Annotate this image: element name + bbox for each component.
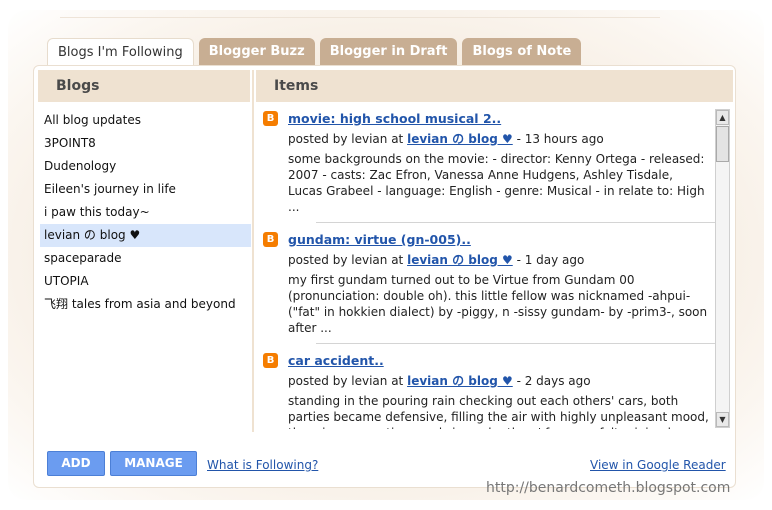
item-snippet: some backgrounds on the movie: - directo… — [288, 152, 705, 214]
item-title-link[interactable]: movie: high school musical 2.. — [288, 109, 709, 128]
feed-item: B movie: high school musical 2.. posted … — [258, 109, 715, 223]
item-blog-link[interactable]: levian の blog ♥ — [407, 253, 513, 267]
item-time: - 1 day ago — [512, 253, 585, 267]
item-posted-by: posted by levian at — [288, 374, 404, 388]
view-in-reader-link[interactable]: View in Google Reader — [590, 458, 726, 472]
item-title-link[interactable]: car accident.. — [288, 351, 709, 370]
item-posted-by: posted by levian at — [288, 132, 404, 146]
item-meta: posted by levian at levian の blog ♥ - 1 … — [288, 249, 709, 272]
item-time: - 13 hours ago — [512, 132, 604, 146]
blogger-icon: B — [263, 232, 278, 247]
items-list: B movie: high school musical 2.. posted … — [258, 109, 715, 429]
blog-list-item[interactable]: Eileen's journey in life — [40, 178, 251, 201]
manage-button[interactable]: MANAGE — [110, 451, 197, 476]
blog-list-item[interactable]: spaceparade — [40, 247, 251, 270]
blog-list-item[interactable]: Dudenology — [40, 155, 251, 178]
feed-item: B gundam: virtue (gn-005).. posted by le… — [258, 230, 715, 344]
tab-bar: Blogs I'm Following Blogger Buzz Blogger… — [47, 38, 582, 68]
item-posted-by: posted by levian at — [288, 253, 404, 267]
item-title-link[interactable]: gundam: virtue (gn-005).. — [288, 230, 709, 249]
item-meta: posted by levian at levian の blog ♥ - 13… — [288, 128, 709, 151]
arrow-up-icon[interactable]: ▲ — [716, 110, 729, 125]
blog-list: All blog updates 3POINT8 Dudenology Eile… — [40, 109, 251, 316]
item-snippet: standing in the pouring rain checking ou… — [288, 394, 709, 429]
tab-blogs-following[interactable]: Blogs I'm Following — [47, 38, 194, 68]
arrow-down-icon[interactable]: ▼ — [716, 412, 729, 427]
item-time: - 2 days ago — [512, 374, 591, 388]
blog-list-item[interactable]: 3POINT8 — [40, 132, 251, 155]
tab-blogger-buzz[interactable]: Blogger Buzz — [198, 38, 315, 66]
item-separator — [316, 222, 715, 223]
item-snippet: my first gundam turned out to be Virtue … — [288, 273, 708, 335]
blog-list-item[interactable]: 飞翔 tales from asia and beyond — [40, 293, 251, 316]
top-edge — [60, 0, 660, 18]
column-divider — [252, 70, 254, 432]
item-meta: posted by levian at levian の blog ♥ - 2 … — [288, 370, 709, 393]
items-column-header: Items — [256, 70, 733, 102]
blog-list-item[interactable]: levian の blog ♥ — [40, 224, 251, 247]
items-scrollbar[interactable]: ▲ ▼ — [715, 109, 730, 428]
blog-list-item[interactable]: i paw this today~ — [40, 201, 251, 224]
tab-blogger-in-draft[interactable]: Blogger in Draft — [319, 38, 458, 66]
scrollbar-thumb[interactable] — [716, 126, 729, 162]
blog-list-item[interactable]: UTOPIA — [40, 270, 251, 293]
watermark: http://benardcometh.blogspot.com — [486, 480, 731, 496]
reading-list-panel: Blogs Items All blog updates 3POINT8 Dud… — [33, 65, 736, 488]
item-blog-link[interactable]: levian の blog ♥ — [407, 132, 513, 146]
blogger-icon: B — [263, 353, 278, 368]
item-separator — [316, 343, 715, 344]
blog-list-item[interactable]: All blog updates — [40, 109, 251, 132]
blogs-column-header: Blogs — [38, 70, 250, 102]
add-button[interactable]: ADD — [47, 451, 105, 476]
blogger-icon: B — [263, 111, 278, 126]
item-blog-link[interactable]: levian の blog ♥ — [407, 374, 513, 388]
feed-item: B car accident.. posted by levian at lev… — [258, 351, 715, 429]
what-is-following-link[interactable]: What is Following? — [207, 458, 318, 472]
tab-blogs-of-note[interactable]: Blogs of Note — [462, 38, 582, 66]
